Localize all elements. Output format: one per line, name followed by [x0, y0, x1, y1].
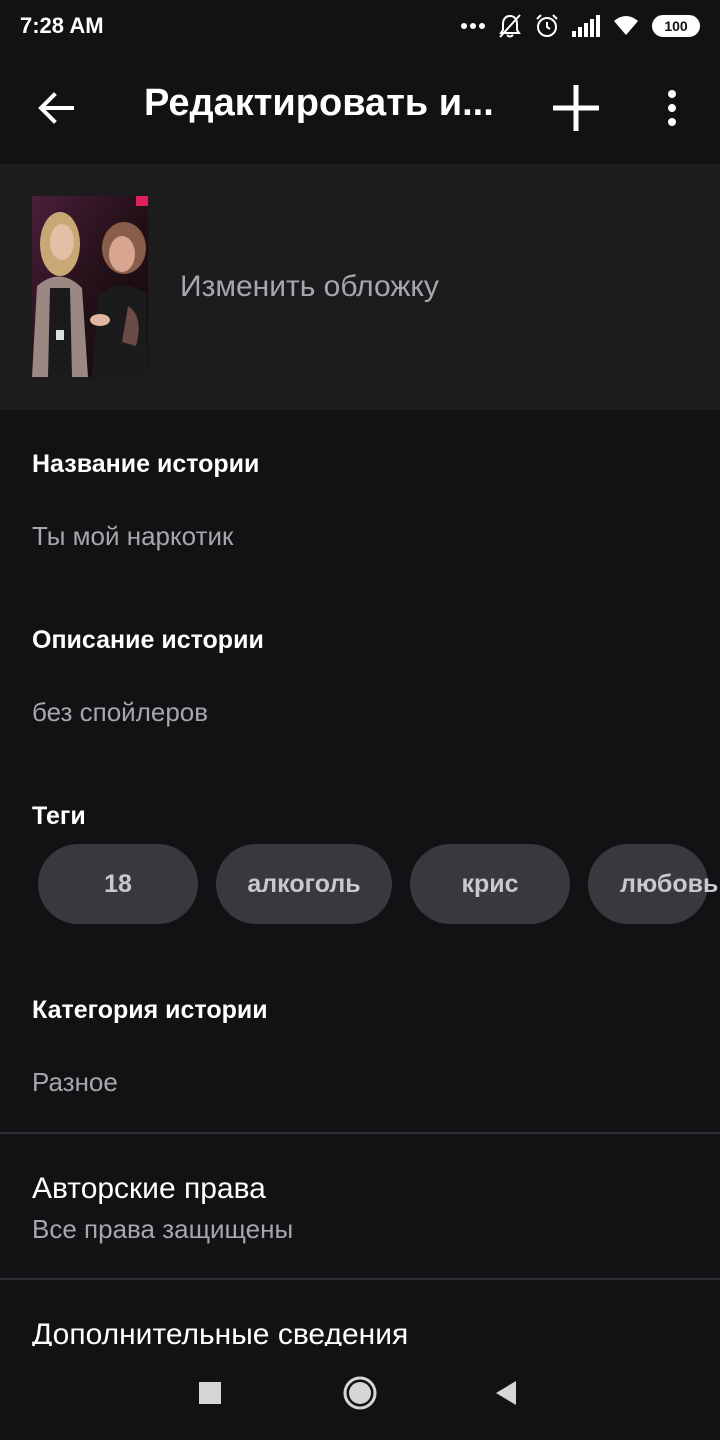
- tags-row: 18 алкоголь крис любовь: [38, 844, 718, 924]
- tag-chip[interactable]: алкоголь: [216, 844, 392, 924]
- page-title: Редактировать и...: [144, 82, 494, 124]
- back-triangle-icon: [496, 1381, 516, 1405]
- signal-icon: [572, 15, 600, 37]
- wifi-icon: [612, 15, 640, 37]
- recents-square-icon: [199, 1382, 221, 1404]
- story-title-field[interactable]: Ты мой наркотик: [32, 521, 233, 552]
- copyright-title: Авторские права: [32, 1172, 266, 1205]
- more-dots-icon: [460, 22, 486, 30]
- add-button[interactable]: [544, 76, 608, 140]
- divider: [0, 1132, 720, 1134]
- home-circle-icon: [343, 1376, 377, 1410]
- status-time: 7:28 AM: [20, 13, 104, 38]
- more-options-button[interactable]: [646, 78, 698, 138]
- back-arrow-icon: [38, 92, 74, 124]
- cover-section[interactable]: Изменить обложку: [0, 164, 720, 410]
- plus-icon: [553, 85, 599, 131]
- category-field[interactable]: Разное: [32, 1067, 118, 1098]
- cover-image[interactable]: [32, 196, 148, 377]
- recents-button[interactable]: [180, 1366, 240, 1420]
- battery-icon: 100: [652, 15, 700, 37]
- status-icons: 100: [460, 13, 700, 39]
- alarm-icon: [534, 13, 560, 39]
- more-vert-icon: [668, 90, 676, 126]
- divider: [0, 1278, 720, 1280]
- story-description-label: Описание истории: [32, 626, 264, 654]
- back-button[interactable]: [26, 78, 86, 138]
- back-nav-button[interactable]: [476, 1366, 536, 1420]
- home-button[interactable]: [330, 1366, 390, 1420]
- tag-chip[interactable]: любовь: [588, 844, 718, 924]
- status-bar: 7:28 AM 100: [0, 0, 720, 52]
- copyright-value: Все права защищены: [32, 1214, 294, 1244]
- change-cover-label[interactable]: Изменить обложку: [180, 270, 439, 304]
- tag-chip[interactable]: 18: [38, 844, 198, 924]
- category-label: Категория истории: [32, 996, 268, 1024]
- system-nav-bar: [0, 1346, 720, 1440]
- notifications-off-icon: [498, 13, 522, 39]
- story-description-field[interactable]: без спойлеров: [32, 697, 208, 728]
- tags-label: Теги: [32, 802, 86, 830]
- toolbar: Редактировать и...: [0, 52, 720, 164]
- story-title-label: Название истории: [32, 450, 260, 478]
- tag-chip[interactable]: крис: [410, 844, 570, 924]
